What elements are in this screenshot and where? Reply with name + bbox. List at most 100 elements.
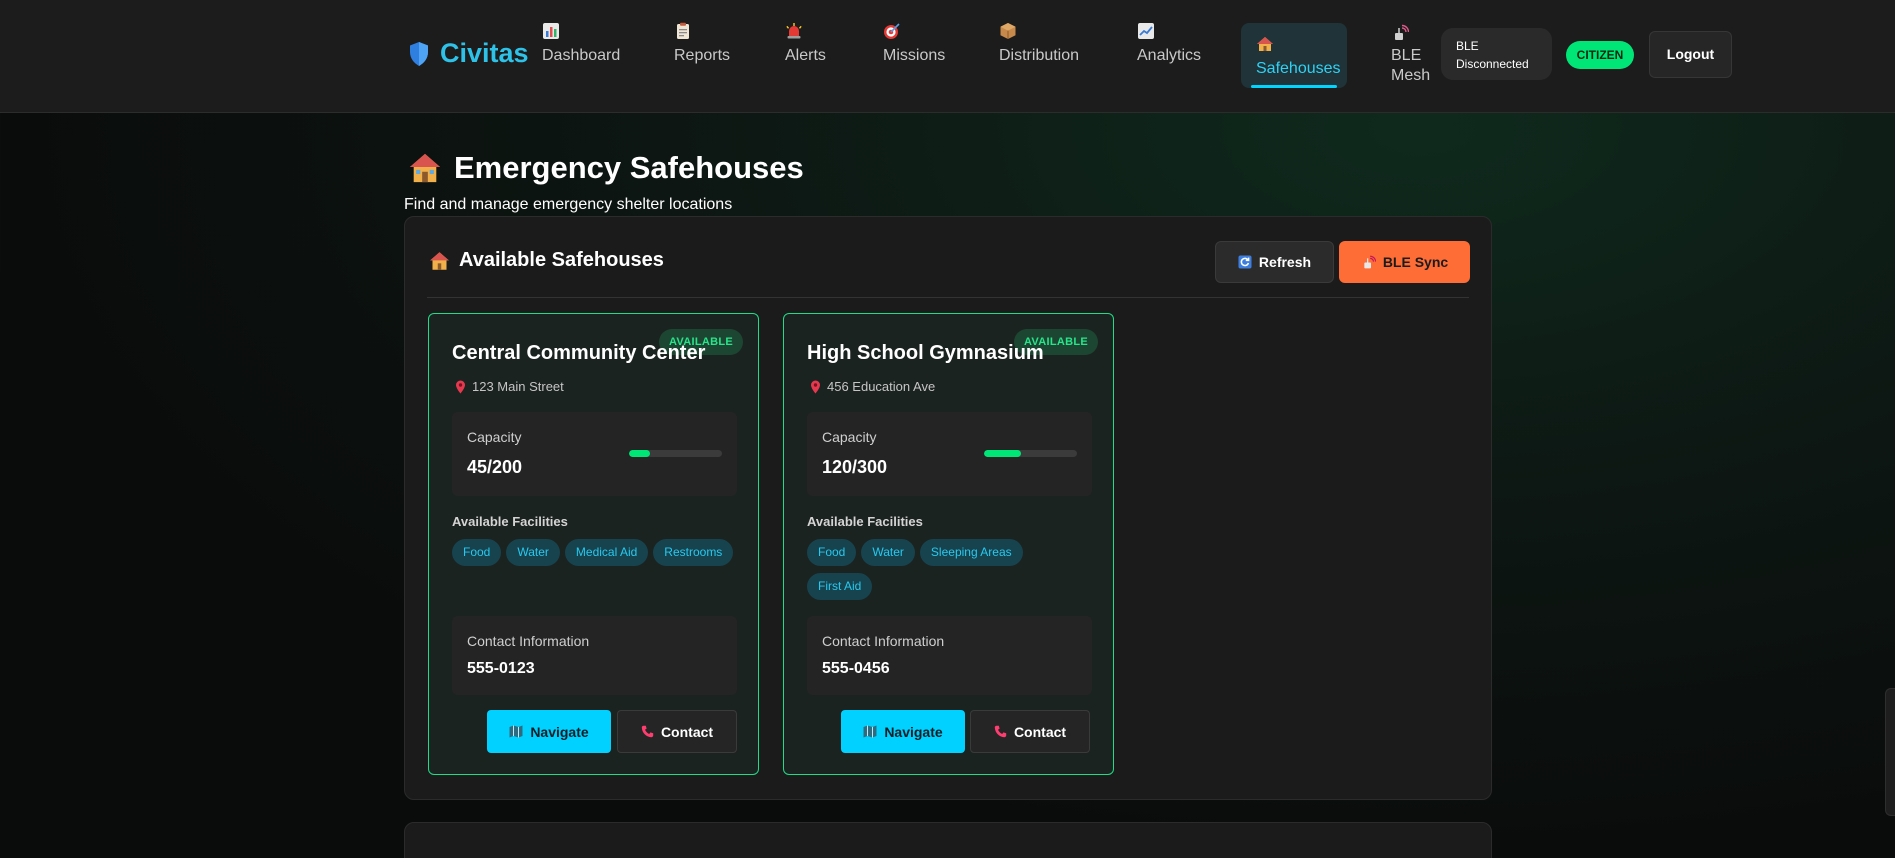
nav-item-label: Missions bbox=[883, 47, 946, 64]
contact-button-label: Contact bbox=[1013, 723, 1067, 740]
page-title-row: Emergency Safehouses bbox=[408, 150, 804, 186]
top-navbar: Civitas Dashboard Reports Alerts Mission… bbox=[0, 0, 1895, 113]
capacity-bar bbox=[629, 450, 722, 457]
contact-button[interactable]: Contact bbox=[617, 710, 737, 753]
facility-chip: Water bbox=[506, 539, 560, 566]
navigate-button[interactable]: Navigate bbox=[487, 710, 611, 753]
refresh-button-label: Refresh bbox=[1258, 254, 1312, 270]
safehouse-address-row: 456 Education Ave bbox=[810, 379, 935, 394]
house-icon bbox=[429, 251, 450, 271]
shield-icon bbox=[408, 41, 430, 67]
facilities-label: Available Facilities bbox=[452, 514, 568, 529]
ble-status-label: BLE bbox=[1456, 39, 1479, 53]
nav-item-dashboard[interactable]: Dashboard bbox=[542, 22, 620, 88]
nav-item-label: Mesh bbox=[1391, 67, 1431, 84]
map-pin-icon bbox=[455, 380, 466, 394]
contact-value: 555-0456 bbox=[822, 660, 890, 677]
brand[interactable]: Civitas bbox=[408, 38, 529, 69]
map-icon bbox=[863, 725, 877, 738]
capacity-box: Capacity 45/200 bbox=[452, 412, 737, 496]
facility-chip: Water bbox=[861, 539, 915, 566]
siren-icon bbox=[785, 22, 803, 40]
ble-connection-status: BLE Disconnected bbox=[1441, 28, 1552, 80]
refresh-button[interactable]: Refresh bbox=[1215, 241, 1334, 283]
facility-chip: Food bbox=[807, 539, 857, 566]
capacity-bar-fill bbox=[629, 450, 650, 457]
contact-box: Contact Information 555-0123 bbox=[452, 616, 737, 695]
navigate-button[interactable]: Navigate bbox=[841, 710, 965, 753]
facility-chip: Restrooms bbox=[653, 539, 734, 566]
package-icon bbox=[999, 22, 1017, 40]
page-subtitle: Find and manage emergency shelter locati… bbox=[404, 196, 733, 213]
nav-item-label: Distribution bbox=[999, 47, 1080, 64]
nav-item-safehouses[interactable]: Safehouses bbox=[1241, 23, 1347, 88]
contact-box: Contact Information 555-0456 bbox=[807, 616, 1092, 695]
map-icon bbox=[509, 725, 523, 738]
facilities-label: Available Facilities bbox=[807, 514, 923, 529]
facility-chips: Food Water Medical Aid Restrooms bbox=[452, 539, 742, 573]
role-badge: CITIZEN bbox=[1566, 41, 1634, 69]
panel-title: Available Safehouses bbox=[459, 249, 664, 271]
ble-status-value: Disconnected bbox=[1456, 57, 1529, 71]
safehouse-card-central-community-center[interactable]: AVAILABLE Central Community Center 123 M… bbox=[428, 313, 759, 775]
map-pin-icon bbox=[810, 380, 821, 394]
safehouse-address-row: 123 Main Street bbox=[455, 379, 564, 394]
phone-icon bbox=[641, 725, 654, 738]
clipboard-icon bbox=[674, 22, 692, 40]
nav-item-reports[interactable]: Reports bbox=[674, 22, 730, 88]
page-title: Emergency Safehouses bbox=[454, 150, 804, 185]
contact-label: Contact Information bbox=[467, 633, 590, 649]
phone-icon bbox=[994, 725, 1007, 738]
side-scroll-handle[interactable] bbox=[1885, 688, 1895, 816]
house-icon bbox=[408, 152, 442, 184]
nav-item-ble-mesh[interactable]: BLE Mesh bbox=[1391, 24, 1430, 90]
safehouse-address: 456 Education Ave bbox=[827, 379, 936, 394]
panel-title-row: Available Safehouses bbox=[429, 249, 664, 272]
navigate-button-label: Navigate bbox=[884, 723, 943, 740]
nav-item-label: Analytics bbox=[1137, 47, 1202, 64]
panel-divider bbox=[427, 297, 1469, 298]
house-icon bbox=[1256, 35, 1274, 53]
bar-chart-icon bbox=[542, 22, 560, 40]
ble-sync-button[interactable]: BLE Sync bbox=[1339, 241, 1470, 283]
nav-item-label: Dashboard bbox=[542, 47, 621, 64]
refresh-icon bbox=[1238, 255, 1252, 269]
facility-chip: Food bbox=[452, 539, 502, 566]
line-chart-icon bbox=[1137, 22, 1155, 40]
contact-button-label: Contact bbox=[660, 723, 714, 740]
logout-button[interactable]: Logout bbox=[1649, 31, 1732, 78]
capacity-box: Capacity 120/300 bbox=[807, 412, 1092, 496]
nav-item-analytics[interactable]: Analytics bbox=[1137, 22, 1201, 88]
ble-sync-button-label: BLE Sync bbox=[1382, 254, 1449, 270]
available-safehouses-panel: Available Safehouses Refresh BLE Sync AV… bbox=[404, 216, 1492, 800]
antenna-icon bbox=[1361, 255, 1376, 270]
contact-value: 555-0123 bbox=[467, 660, 535, 677]
nav-item-missions[interactable]: Missions bbox=[883, 22, 945, 88]
contact-label: Contact Information bbox=[822, 633, 945, 649]
nav-item-distribution[interactable]: Distribution bbox=[999, 22, 1079, 88]
safehouse-name: Central Community Center bbox=[452, 342, 706, 364]
brand-name: Civitas bbox=[440, 38, 529, 68]
nav-item-label: Safehouses bbox=[1256, 60, 1341, 77]
capacity-bar bbox=[984, 450, 1077, 457]
nav-item-alerts[interactable]: Alerts bbox=[785, 22, 826, 88]
facility-chip: Sleeping Areas bbox=[919, 539, 1023, 566]
nav-item-label: BLE bbox=[1391, 47, 1422, 64]
capacity-label: Capacity bbox=[467, 429, 522, 445]
capacity-value: 45/200 bbox=[467, 457, 523, 477]
capacity-value: 120/300 bbox=[822, 457, 888, 477]
safehouse-card-high-school-gymnasium[interactable]: AVAILABLE High School Gymnasium 456 Educ… bbox=[783, 313, 1114, 775]
facility-chip: Medical Aid bbox=[564, 539, 649, 566]
nav-item-label: Reports bbox=[674, 47, 731, 64]
facility-chips: Food Water Sleeping Areas First Aid bbox=[807, 539, 1097, 607]
safehouse-name: High School Gymnasium bbox=[807, 342, 1044, 364]
antenna-icon bbox=[1391, 24, 1409, 42]
safehouse-analytics-panel bbox=[404, 822, 1492, 858]
capacity-bar-fill bbox=[984, 450, 1022, 457]
nav-item-label: Alerts bbox=[785, 47, 826, 64]
active-tab-indicator bbox=[1251, 85, 1337, 88]
contact-button[interactable]: Contact bbox=[970, 710, 1090, 753]
capacity-label: Capacity bbox=[822, 429, 877, 445]
navigate-button-label: Navigate bbox=[530, 723, 589, 740]
facility-chip: First Aid bbox=[807, 573, 873, 600]
